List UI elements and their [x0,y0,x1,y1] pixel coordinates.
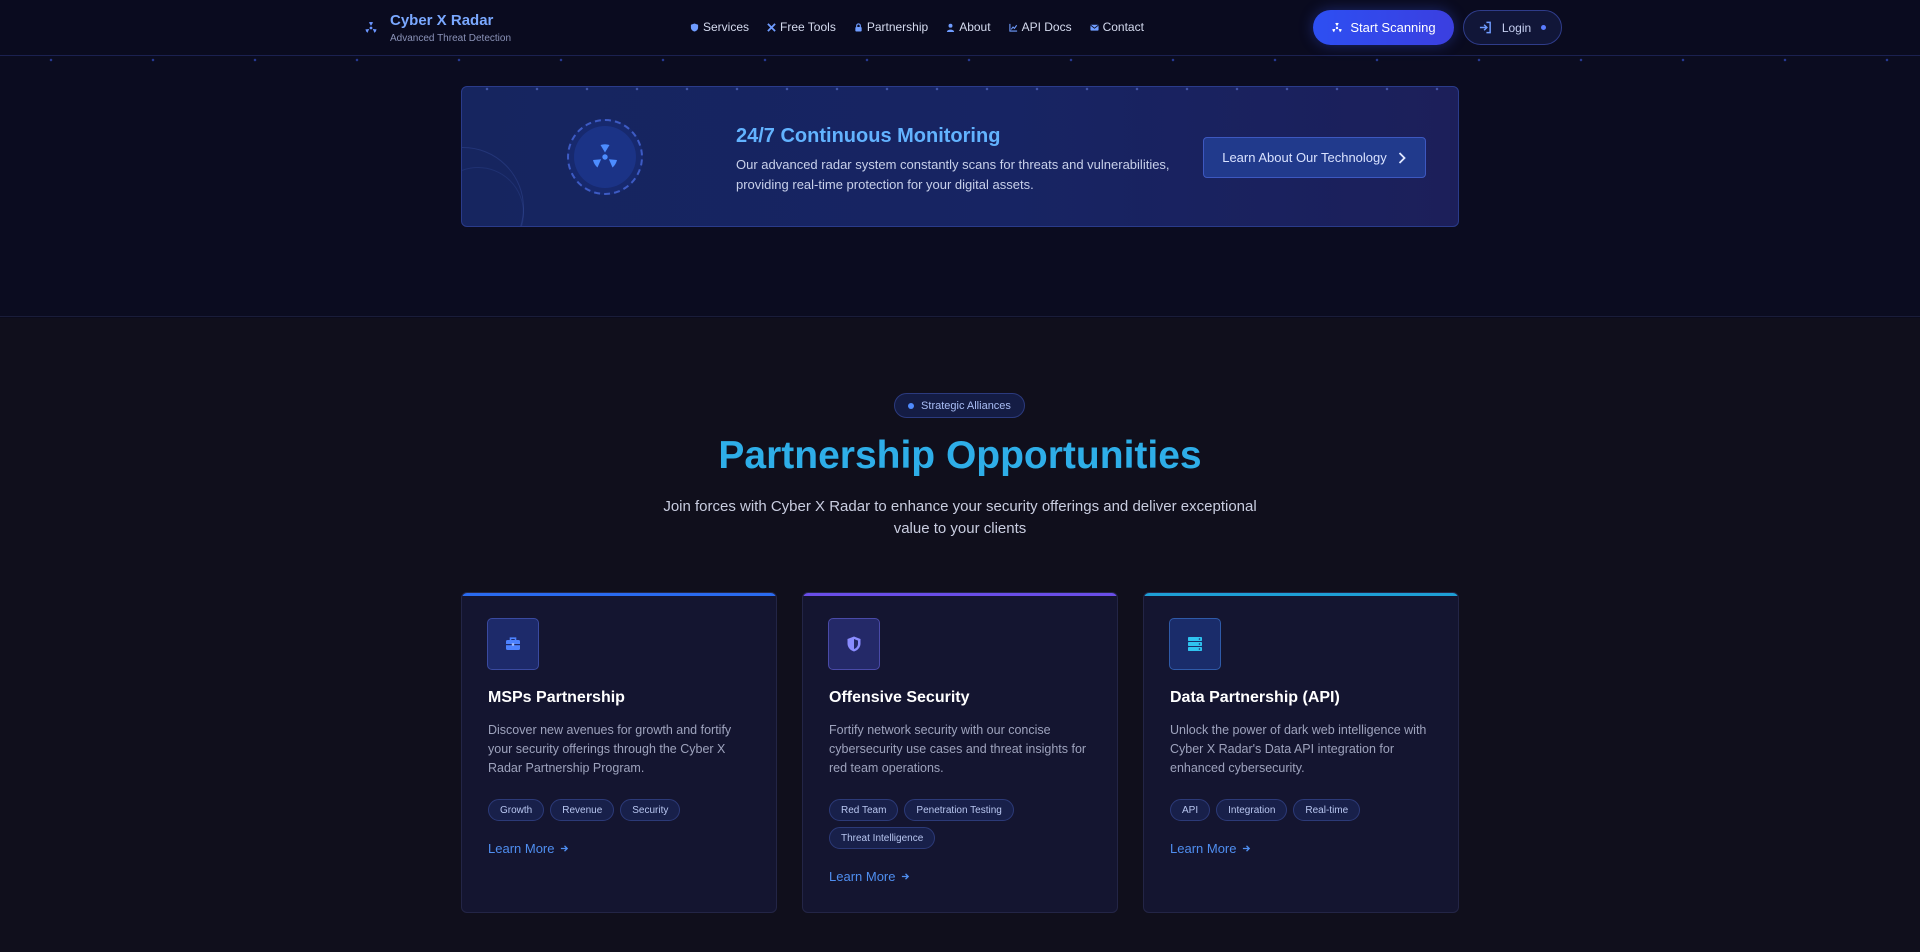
envelope-icon [1090,24,1099,31]
decorative-dots [0,58,1920,62]
tag: Security [620,799,681,821]
nav-item-api-docs[interactable]: API Docs [1008,20,1072,34]
brand-title: Cyber X Radar [390,12,494,29]
nav-item-services[interactable]: Services [690,20,749,34]
monitoring-description: Our advanced radar system constantly sca… [736,157,1170,192]
learn-more-link[interactable]: Learn More [488,841,569,856]
card-title: MSPs Partnership [488,689,625,706]
arrow-right-icon [1243,845,1251,852]
learn-more-link[interactable]: Learn More [829,869,910,884]
nav-item-label: About [959,20,991,34]
learn-more-label: Learn More [1170,841,1237,856]
main-nav: Services Free Tools Partnership About AP… [690,20,1144,34]
partnership-card-offensive-security: Offensive Security Fortify network secur… [802,592,1118,913]
radiation-icon [593,144,617,168]
nav-item-label: Contact [1102,20,1144,34]
tag: Real-time [1293,799,1361,821]
section-title: Partnership Opportunities [718,434,1202,477]
brand-subtitle: Advanced Threat Detection [390,33,512,44]
tag: Revenue [550,799,615,821]
badge-label: Strategic Alliances [921,399,1011,412]
nav-item-label: Partnership [866,20,929,34]
server-icon [1188,637,1202,651]
shield-icon [690,22,699,32]
card-icon-box [828,618,880,670]
arrow-right-icon [902,873,910,880]
card-icon-box [487,618,539,670]
badge-dot [908,402,915,409]
login-label: Login [1501,20,1532,35]
nav-item-label: API Docs [1021,20,1072,34]
learn-more-link[interactable]: Learn More [1170,841,1251,856]
login-button[interactable]: Login [1463,10,1562,45]
card-description: Unlock the power of dark web intelligenc… [1170,723,1427,775]
start-scanning-label: Start Scanning [1350,20,1436,35]
partnership-card-data-api: Data Partnership (API) Unlock the power … [1143,592,1459,913]
chevron-right-icon [1398,151,1406,164]
nav-item-partnership[interactable]: Partnership [854,20,928,34]
nav-item-contact[interactable]: Contact [1090,20,1144,34]
briefcase-icon [506,637,520,650]
radiation-icon [1332,22,1343,32]
decorative-dots [462,87,1458,91]
shield-half-icon [847,636,861,652]
user-icon [947,23,955,32]
arrow-right-icon [561,845,569,852]
card-icon-box [1169,618,1221,670]
partnership-card-msps: MSPs Partnership Discover new avenues fo… [461,592,777,913]
section-badge: Strategic Alliances [894,393,1025,418]
radiation-icon [365,22,377,33]
monitoring-card: 24/7 Continuous Monitoring Our advanced … [461,86,1459,227]
sign-in-icon [1479,21,1491,34]
start-scanning-button[interactable]: Start Scanning [1313,10,1454,45]
card-description: Fortify network security with our concis… [829,723,1087,775]
nav-item-free-tools[interactable]: Free Tools [767,20,836,34]
tag: Integration [1216,799,1288,821]
partnership-section: Strategic Alliances Partnership Opportun… [0,318,1920,952]
status-dot [1541,25,1547,30]
brand-logo[interactable]: Cyber X Radar Advanced Threat Detection [364,12,511,44]
card-accent-bar [1144,593,1458,596]
tools-icon [767,22,776,32]
learn-technology-label: Learn About Our Technology [1222,150,1387,165]
radar-inner [574,126,636,188]
tag: Growth [488,799,545,821]
top-navbar: Cyber X Radar Advanced Threat Detection … [0,0,1920,62]
lock-icon [855,22,862,32]
monitoring-title: 24/7 Continuous Monitoring [736,125,1001,147]
learn-more-label: Learn More [829,869,896,884]
learn-technology-button[interactable]: Learn About Our Technology [1203,137,1426,178]
card-title: Offensive Security [829,689,970,706]
learn-more-label: Learn More [488,841,555,856]
monitoring-section: 24/7 Continuous Monitoring Our advanced … [0,56,1920,317]
card-tags: Red Team Penetration Testing Threat Inte… [829,799,1099,849]
card-accent-bar [803,593,1117,596]
nav-item-label: Services [703,20,750,34]
tag: Penetration Testing [904,799,1014,821]
section-subtitle: Join forces with Cyber X Radar to enhanc… [663,498,1257,537]
tag: Red Team [829,799,899,821]
card-tags: API Integration Real-time [1170,799,1440,821]
card-tags: Growth Revenue Security [488,799,758,821]
card-title: Data Partnership (API) [1170,689,1340,706]
nav-item-label: Free Tools [780,20,836,34]
nav-item-about[interactable]: About [946,20,991,34]
tag: Threat Intelligence [829,827,936,849]
tag: API [1170,799,1211,821]
card-description: Discover new avenues for growth and fort… [488,723,732,775]
card-accent-bar [462,593,776,596]
chart-icon [1008,23,1017,32]
radar-badge [567,119,643,195]
